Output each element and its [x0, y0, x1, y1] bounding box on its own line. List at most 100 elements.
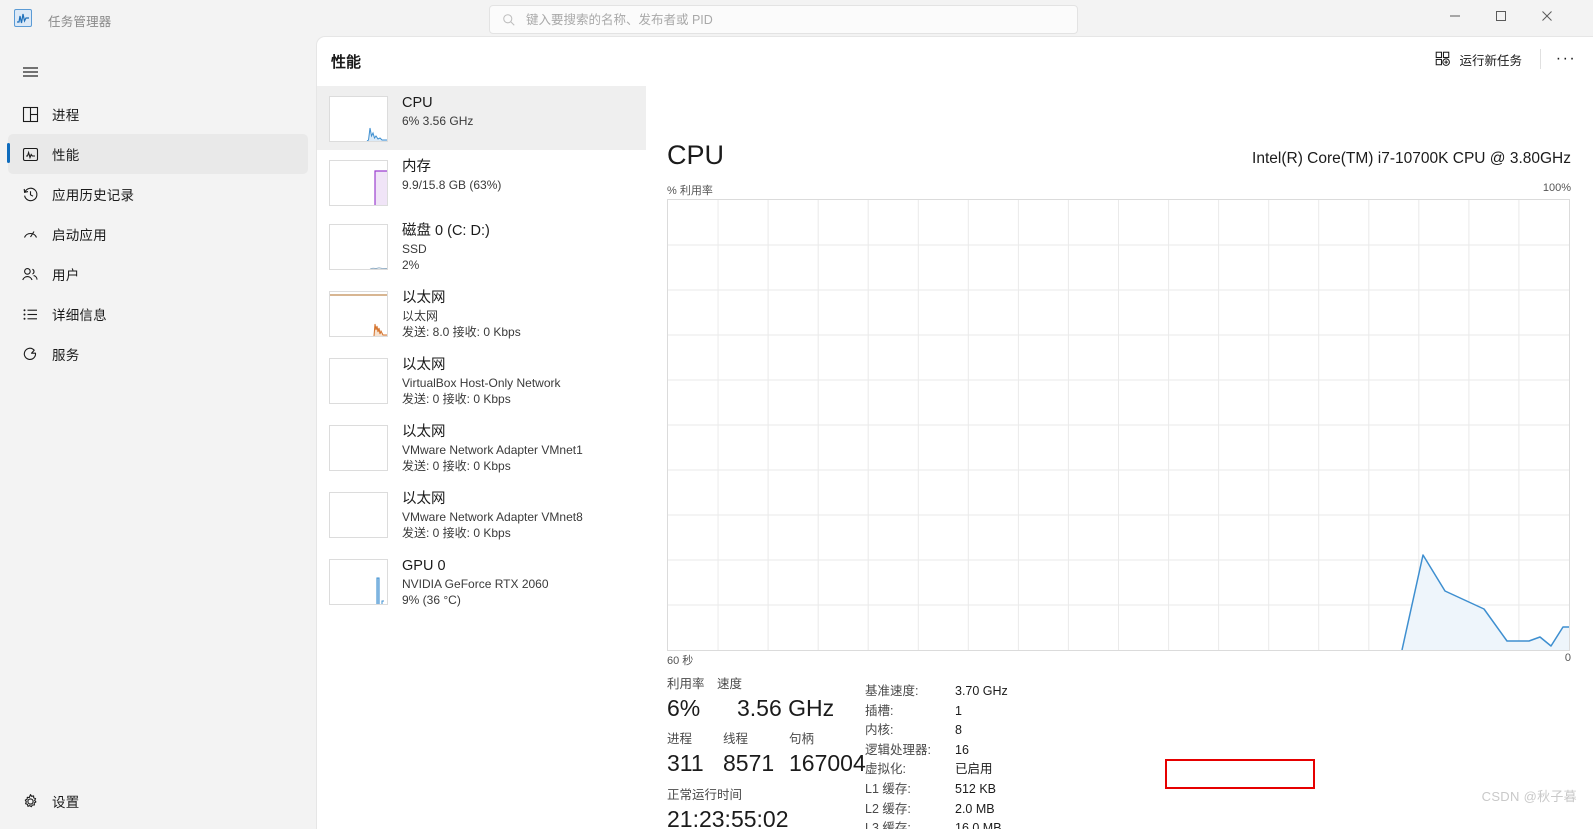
- resource-sub2: 发送: 0 接收: 0 Kbps: [402, 459, 511, 473]
- resource-sub1: NVIDIA GeForce RTX 2060: [402, 577, 549, 591]
- stat-l2-cache: L2 缓存: 2.0 MB: [865, 800, 1205, 820]
- resource-sub1: VMware Network Adapter VMnet8: [402, 510, 583, 524]
- chart-y-axis-label: % 利用率: [667, 185, 713, 197]
- stat-key: 内核:: [865, 723, 894, 738]
- history-icon: [8, 186, 52, 203]
- resource-item-memory[interactable]: 内存 9.9/15.8 GB (63%): [317, 150, 646, 214]
- stat-key: 虚拟化:: [865, 762, 906, 777]
- stat-label-uptime: 正常运行时间: [667, 788, 743, 802]
- stat-value-handles: 167004: [789, 750, 866, 776]
- resource-sub2: 发送: 8.0 接收: 0 Kbps: [402, 325, 521, 339]
- resource-thumbnail: [329, 559, 388, 605]
- search-input[interactable]: [526, 12, 1067, 27]
- resource-sub2: 9% (36 °C): [402, 593, 461, 607]
- stat-label-speed: 速度: [717, 677, 743, 691]
- stat-value: 3.70 GHz: [955, 684, 1008, 698]
- resource-item-disk[interactable]: 磁盘 0 (C: D:) SSD 2%: [317, 214, 646, 281]
- maximize-button[interactable]: [1478, 0, 1524, 32]
- sidebar-item-processes[interactable]: 进程: [8, 94, 308, 134]
- cpu-heading: CPU: [667, 140, 725, 170]
- resource-thumbnail: [329, 96, 388, 142]
- sidebar-item-label: 详细信息: [52, 308, 107, 323]
- resource-sub1: SSD: [402, 242, 427, 256]
- services-icon: [8, 346, 52, 363]
- resource-item-ethernet-2[interactable]: 以太网 VirtualBox Host-Only Network 发送: 0 接…: [317, 348, 646, 415]
- resource-title: CPU: [402, 95, 433, 111]
- resource-item-ethernet-3[interactable]: 以太网 VMware Network Adapter VMnet1 发送: 0 …: [317, 415, 646, 482]
- sidebar-item-settings[interactable]: 设置: [8, 781, 308, 821]
- chart-area-fill: [1402, 555, 1569, 650]
- resource-title: 内存: [402, 159, 431, 175]
- minimize-icon: [1450, 15, 1460, 17]
- minimize-button[interactable]: [1432, 0, 1478, 32]
- new-task-icon: [1436, 51, 1451, 66]
- stat-value: 512 KB: [955, 781, 997, 796]
- close-icon: [1542, 11, 1552, 21]
- startup-icon: [8, 226, 52, 243]
- resource-title: GPU 0: [402, 558, 446, 574]
- resource-item-cpu[interactable]: CPU 6% 3.56 GHz: [317, 86, 646, 150]
- resource-item-ethernet-1[interactable]: 以太网 以太网 发送: 8.0 接收: 0 Kbps: [317, 281, 646, 348]
- resource-sub1: 9.9/15.8 GB (63%): [402, 178, 502, 192]
- sidebar-item-users[interactable]: 用户: [8, 254, 308, 294]
- gear-icon: [8, 793, 52, 810]
- cpu-stats-left: 利用率 速度 6% 3.56 GHz 进程 线程 句柄 311 8571 167…: [667, 676, 866, 829]
- close-button[interactable]: [1524, 0, 1570, 32]
- sidebar: 进程 性能 应用历史记录 启动应用 用户 详细信息 服务 设置: [0, 36, 316, 829]
- stat-row-values-2: 311 8571 167004: [667, 748, 866, 778]
- stat-value: 8: [955, 723, 962, 738]
- stat-key: L3 缓存:: [865, 821, 911, 829]
- resource-item-gpu[interactable]: GPU 0 NVIDIA GeForce RTX 2060 9% (36 °C): [317, 549, 646, 616]
- chart-x-axis-label: 60 秒: [667, 655, 694, 667]
- toolbar-divider: [1540, 49, 1541, 69]
- cpu-detail-panel: CPU Intel(R) Core(TM) i7-10700K CPU @ 3.…: [647, 86, 1593, 829]
- resource-title: 以太网: [402, 424, 446, 440]
- resource-text: 磁盘 0 (C: D:) SSD 2%: [402, 222, 490, 273]
- sidebar-item-label: 设置: [52, 795, 80, 810]
- more-options-button[interactable]: ···: [1549, 43, 1583, 75]
- sidebar-item-details[interactable]: 详细信息: [8, 294, 308, 334]
- users-icon: [8, 266, 52, 283]
- sidebar-item-startup-apps[interactable]: 启动应用: [8, 214, 308, 254]
- sidebar-item-services[interactable]: 服务: [8, 334, 308, 374]
- cpu-model-label: Intel(R) Core(TM) i7-10700K CPU @ 3.80GH…: [1252, 150, 1571, 167]
- hamburger-menu-button[interactable]: [8, 54, 52, 90]
- search-box[interactable]: [489, 5, 1078, 34]
- sidebar-nav-list: 进程 性能 应用历史记录 启动应用 用户 详细信息 服务: [7, 94, 308, 374]
- stat-value-threads: 8571: [723, 750, 775, 776]
- sidebar-item-label: 应用历史记录: [52, 188, 135, 203]
- sidebar-item-performance[interactable]: 性能: [7, 134, 308, 174]
- page-title: 性能: [331, 53, 362, 71]
- resource-sub1: VMware Network Adapter VMnet1: [402, 443, 583, 457]
- stat-value: 16.0 MB: [955, 821, 1002, 829]
- resource-thumbnail: [329, 160, 388, 206]
- resource-sub1: VirtualBox Host-Only Network: [402, 376, 561, 390]
- stat-row-values-1: 6% 3.56 GHz: [667, 693, 866, 723]
- resource-list: CPU 6% 3.56 GHz 内存 9.9/15.8 GB (63%) 磁盘 …: [317, 86, 646, 829]
- sidebar-item-label: 服务: [52, 348, 80, 363]
- stat-label-utilization: 利用率: [667, 677, 705, 691]
- title-bar: 任务管理器: [0, 0, 1593, 36]
- sidebar-item-label: 启动应用: [52, 228, 107, 243]
- stat-label-processes: 进程: [667, 732, 693, 746]
- stat-label-handles: 句柄: [789, 732, 815, 746]
- stat-l1-cache: L1 缓存: 512 KB: [865, 780, 1205, 800]
- resource-thumbnail: [329, 425, 388, 471]
- stat-l3-cache: L3 缓存: 16.0 MB: [865, 819, 1205, 829]
- sidebar-item-app-history[interactable]: 应用历史记录: [8, 174, 308, 214]
- stat-logical-processors: 逻辑处理器: 16: [865, 741, 1205, 761]
- stat-value-processes: 311: [667, 750, 704, 776]
- maximize-icon: [1496, 11, 1506, 21]
- resource-item-ethernet-4[interactable]: 以太网 VMware Network Adapter VMnet8 发送: 0 …: [317, 482, 646, 549]
- cpu-utilization-chart[interactable]: [667, 199, 1570, 651]
- stat-value: 16: [955, 742, 969, 757]
- more-options-icon: ···: [1555, 50, 1577, 67]
- run-new-task-button[interactable]: 运行新任务: [1425, 43, 1532, 75]
- resource-thumbnail: [329, 492, 388, 538]
- resource-text: 内存 9.9/15.8 GB (63%): [402, 158, 501, 206]
- stat-cores: 内核: 8: [865, 721, 1205, 741]
- resource-text: 以太网 VMware Network Adapter VMnet8 发送: 0 …: [402, 490, 583, 541]
- stat-value-utilization: 6%: [667, 695, 701, 721]
- resource-title: 以太网: [402, 357, 446, 373]
- chart-svg: [668, 200, 1569, 651]
